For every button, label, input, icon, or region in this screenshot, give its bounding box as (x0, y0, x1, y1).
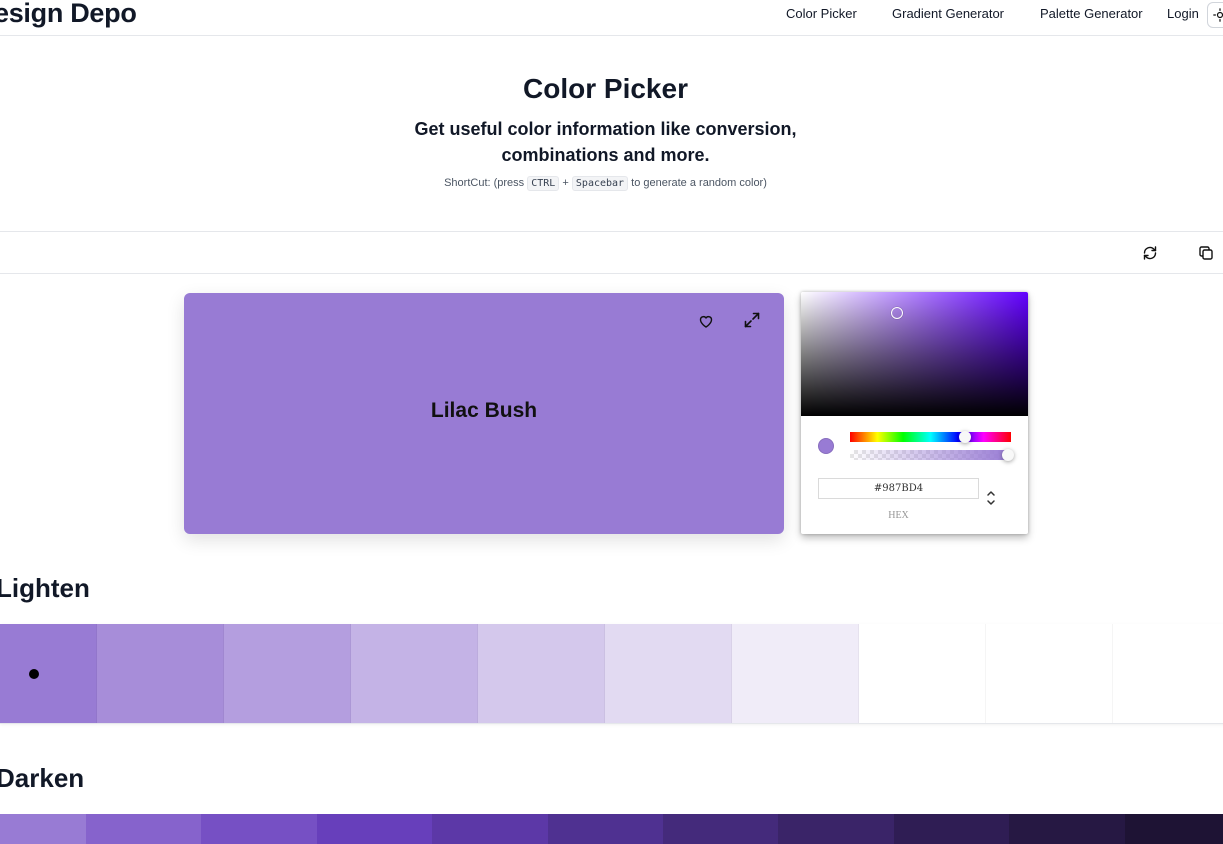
darken-swatch[interactable] (547, 814, 663, 844)
hue-slider[interactable] (850, 431, 1011, 443)
page-title: Color Picker (523, 73, 688, 104)
heart-icon (699, 315, 713, 328)
chevron-up-down-icon (987, 491, 995, 505)
lighten-swatch[interactable] (0, 624, 97, 723)
theme-toggle-button[interactable] (1207, 2, 1223, 28)
saturation-cursor[interactable] (891, 307, 903, 319)
lighten-swatch[interactable] (478, 624, 605, 723)
darken-swatch[interactable] (893, 814, 1010, 844)
lighten-swatch[interactable] (732, 624, 859, 723)
lighten-swatch[interactable] (351, 624, 478, 723)
format-toggle-button[interactable] (985, 488, 997, 508)
lighten-swatch[interactable] (986, 624, 1113, 723)
color-name: Lilac Bush (430, 399, 538, 422)
color-toolbar (0, 231, 1223, 274)
hex-format-label: HEX (888, 510, 909, 521)
top-navigation-bar: esign Depo Color Picker Gradient Generat… (0, 0, 1223, 36)
darken-swatch[interactable] (0, 814, 86, 844)
copy-color-button[interactable] (1197, 244, 1215, 262)
expand-icon (744, 312, 760, 328)
page-subtitle: Get useful color information like conver… (0, 116, 1211, 168)
nav-color-picker[interactable]: Color Picker (786, 6, 857, 21)
lighten-swatch-row (0, 624, 1223, 724)
darken-swatch[interactable] (662, 814, 779, 844)
lighten-heading: Lighten (0, 573, 90, 603)
copy-icon (1199, 246, 1213, 260)
nav-login[interactable]: Login (1167, 6, 1199, 21)
saturation-area[interactable] (801, 292, 1028, 416)
current-color-swatch (818, 438, 834, 454)
subtitle-line-2: combinations and more. (501, 145, 710, 165)
subtitle-line-1: Get useful color information like conver… (414, 119, 797, 139)
darken-heading: Darken (0, 763, 85, 793)
favorite-button[interactable] (697, 312, 715, 330)
refresh-icon (1143, 246, 1157, 260)
darken-swatch[interactable] (316, 814, 433, 844)
hue-slider-thumb[interactable] (959, 431, 971, 443)
lighten-swatch[interactable] (97, 624, 224, 723)
color-preview-card: Lilac Bush (184, 293, 784, 534)
random-color-button[interactable] (1141, 244, 1159, 262)
kbd-ctrl: CTRL (527, 176, 560, 191)
nav-palette-generator[interactable]: Palette Generator (1040, 6, 1143, 21)
color-picker-widget: HEX (801, 292, 1028, 534)
lighten-swatch[interactable] (859, 624, 986, 723)
darken-swatch[interactable] (1009, 814, 1125, 844)
brand-logo[interactable]: esign Depo (0, 0, 137, 29)
hex-input[interactable] (818, 478, 979, 499)
darken-swatch-row (0, 814, 1223, 844)
shortcut-prefix: ShortCut: (press (444, 177, 525, 189)
lighten-swatch[interactable] (605, 624, 732, 723)
darken-swatch[interactable] (778, 814, 894, 844)
nav-gradient-generator[interactable]: Gradient Generator (892, 6, 1004, 21)
darken-swatch[interactable] (432, 814, 548, 844)
darken-swatch[interactable] (1124, 814, 1223, 844)
fullscreen-button[interactable] (743, 311, 761, 329)
kbd-spacebar: Spacebar (571, 176, 629, 191)
shortcut-hint: ShortCut: (press CTRL + Spacebar to gene… (0, 176, 1211, 191)
alpha-gradient (850, 450, 1011, 460)
lighten-swatch[interactable] (224, 624, 351, 723)
darken-swatch[interactable] (201, 814, 317, 844)
shortcut-plus: + (562, 177, 569, 189)
selected-indicator (29, 669, 39, 679)
sun-icon (1213, 8, 1223, 22)
lighten-swatch[interactable] (1113, 624, 1223, 723)
alpha-slider[interactable] (850, 449, 1014, 461)
alpha-slider-thumb[interactable] (1002, 449, 1014, 461)
shortcut-suffix: to generate a random color) (631, 177, 767, 189)
darken-swatch[interactable] (86, 814, 202, 844)
